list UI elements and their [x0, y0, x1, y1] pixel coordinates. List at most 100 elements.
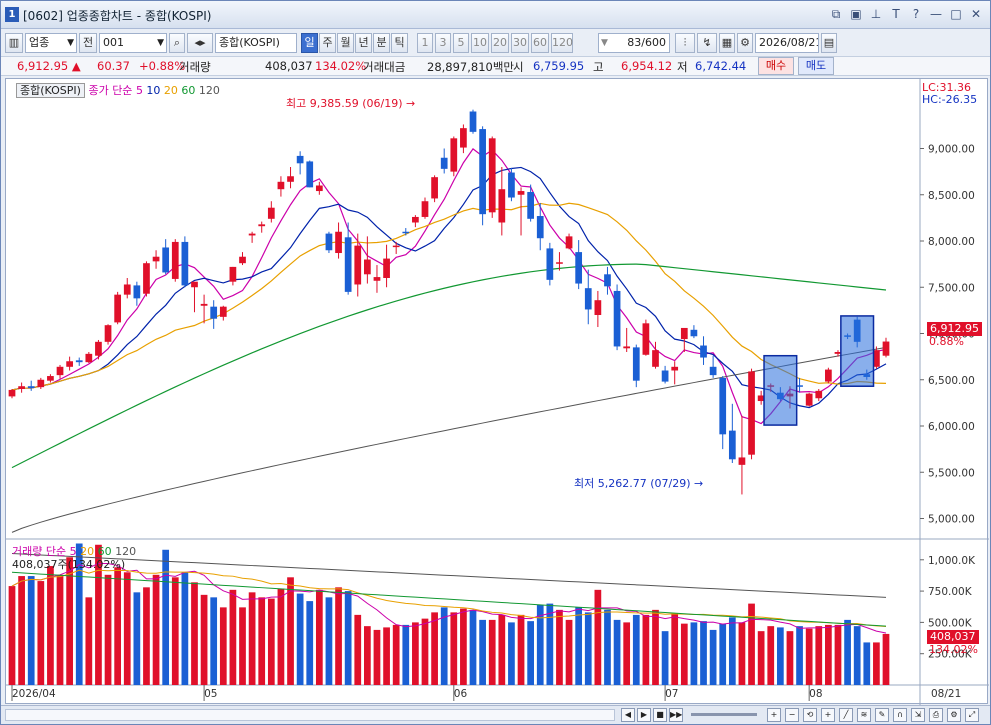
- indicator-icon[interactable]: ▦: [719, 33, 735, 53]
- volume-bar: [796, 626, 803, 685]
- candle-body: [825, 369, 832, 382]
- candle-type-icon[interactable]: ⫶: [675, 33, 695, 53]
- candle-body: [738, 457, 746, 465]
- candle-body: [373, 277, 381, 281]
- interval-button[interactable]: 3: [435, 33, 451, 53]
- period-button[interactable]: 일: [301, 33, 318, 53]
- search-icon[interactable]: ⌕: [169, 33, 185, 53]
- magnet-icon[interactable]: ∩: [893, 708, 907, 722]
- draw-icon[interactable]: ✎: [875, 708, 889, 722]
- volume-bar: [162, 549, 170, 685]
- volume-bar: [661, 631, 669, 685]
- crosshair-icon[interactable]: +: [821, 708, 835, 722]
- minimize-icon[interactable]: —: [928, 6, 944, 22]
- scrollbar-track[interactable]: [5, 709, 615, 721]
- zoom-out-icon[interactable]: −: [785, 708, 799, 722]
- volume-bar: [392, 624, 400, 685]
- volume-last-tag: 408,037: [927, 630, 979, 644]
- zoom-in-icon[interactable]: +: [767, 708, 781, 722]
- candle-body: [709, 366, 717, 376]
- interval-button[interactable]: 10: [471, 33, 489, 53]
- expand-icon[interactable]: ⤢: [965, 708, 979, 722]
- volume-bar: [37, 581, 45, 685]
- period-button[interactable]: 분: [373, 33, 390, 53]
- index-name-field[interactable]: 종합(KOSPI): [215, 33, 297, 53]
- volume-bar: [335, 587, 342, 685]
- reset-zoom-icon[interactable]: ⟲: [803, 708, 817, 722]
- candle-body: [479, 129, 486, 215]
- pin-icon[interactable]: ⊥: [868, 6, 884, 22]
- text-tool-icon[interactable]: T: [888, 6, 904, 22]
- close-icon[interactable]: ✕: [968, 6, 984, 22]
- scroll-left-icon[interactable]: ◀: [621, 708, 635, 722]
- play-icon[interactable]: ▶▶: [669, 708, 683, 722]
- chart-area[interactable]: 9,000.008,500.008,000.007,500.007,000.00…: [5, 78, 989, 705]
- current-price: 6,912.95 ▲: [17, 59, 81, 73]
- market-select[interactable]: 업종 ▼: [25, 33, 77, 53]
- volume-bar: [623, 622, 631, 685]
- date-field[interactable]: 2026/08/21: [755, 33, 819, 53]
- period-button[interactable]: 틱: [391, 33, 408, 53]
- interval-button[interactable]: 20: [491, 33, 509, 53]
- code-input[interactable]: 001 ▼: [99, 33, 167, 53]
- interval-button[interactable]: 1: [417, 33, 433, 53]
- y-tick-label: 7,500.00: [928, 282, 975, 294]
- last-pct-tag: 0.88%: [929, 335, 964, 348]
- interval-button[interactable]: 120: [551, 33, 573, 53]
- maximize-icon[interactable]: □: [948, 6, 964, 22]
- speaker-icon[interactable]: ◂▸: [187, 33, 213, 53]
- volume-last-pct-tag: 134.02%: [929, 643, 978, 656]
- buy-button[interactable]: 매수: [758, 57, 794, 75]
- window-list-icon[interactable]: ▣: [848, 6, 864, 22]
- chart-canvas[interactable]: 9,000.008,500.008,000.007,500.007,000.00…: [6, 79, 989, 705]
- high-value: 6,954.12: [621, 59, 673, 73]
- gear-icon[interactable]: ⚙: [737, 33, 753, 53]
- zoom-slider[interactable]: [691, 713, 757, 716]
- volume-bar: [296, 593, 304, 685]
- period-button[interactable]: 주: [319, 33, 336, 53]
- candle-body: [815, 390, 823, 399]
- restore-layout-icon[interactable]: ⧉: [828, 6, 844, 22]
- candle-body: [536, 216, 544, 239]
- count-field[interactable]: ▼ 83/600: [598, 33, 670, 53]
- candle-body: [335, 231, 342, 254]
- print-icon[interactable]: ⎙: [929, 708, 943, 722]
- volume-bar: [680, 623, 688, 685]
- high-label: 고: [593, 60, 604, 74]
- settings-icon[interactable]: ⚙: [947, 708, 961, 722]
- candle-body: [700, 345, 707, 358]
- ma-legend-values: 5 10 20 60 120: [136, 84, 220, 97]
- price-legend: 종합(KOSPI) 종가 단순 5 10 20 60 120: [16, 82, 220, 98]
- x-axis-label: 07: [665, 688, 679, 700]
- volume-bar: [508, 622, 515, 685]
- volume-bar: [181, 572, 189, 685]
- export-icon[interactable]: ⇲: [911, 708, 925, 722]
- volume-bar: [123, 572, 131, 685]
- compare-icon[interactable]: ↯: [697, 33, 717, 53]
- x-axis-label: 06: [453, 688, 468, 700]
- trendline-icon[interactable]: ╱: [839, 708, 853, 722]
- volume-pct: 134.02%: [315, 59, 367, 73]
- help-icon[interactable]: ?: [908, 6, 924, 22]
- volume-bar: [690, 622, 698, 685]
- sell-button[interactable]: 매도: [798, 57, 834, 75]
- ma-legend-title: 종가 단순: [88, 84, 133, 97]
- fibonacci-icon[interactable]: ≋: [857, 708, 871, 722]
- period-button[interactable]: 년: [355, 33, 372, 53]
- stop-icon[interactable]: ■: [653, 708, 667, 722]
- interval-button[interactable]: 60: [531, 33, 549, 53]
- period-button[interactable]: 월: [337, 33, 354, 53]
- volume-bar: [56, 574, 64, 685]
- interval-button[interactable]: 30: [511, 33, 529, 53]
- calendar-icon[interactable]: ▤: [821, 33, 837, 53]
- volume-bar: [469, 609, 477, 685]
- interval-button[interactable]: 5: [453, 33, 469, 53]
- volume-bar: [825, 624, 832, 685]
- all-market-button[interactable]: 전: [79, 33, 97, 53]
- candle-body: [18, 386, 25, 389]
- volume-bar: [143, 587, 150, 685]
- volume-bar: [853, 626, 861, 685]
- grid-view-icon[interactable]: ▥: [5, 33, 23, 53]
- scroll-right-icon[interactable]: ▶: [637, 708, 651, 722]
- x-axis-label: 05: [204, 688, 218, 700]
